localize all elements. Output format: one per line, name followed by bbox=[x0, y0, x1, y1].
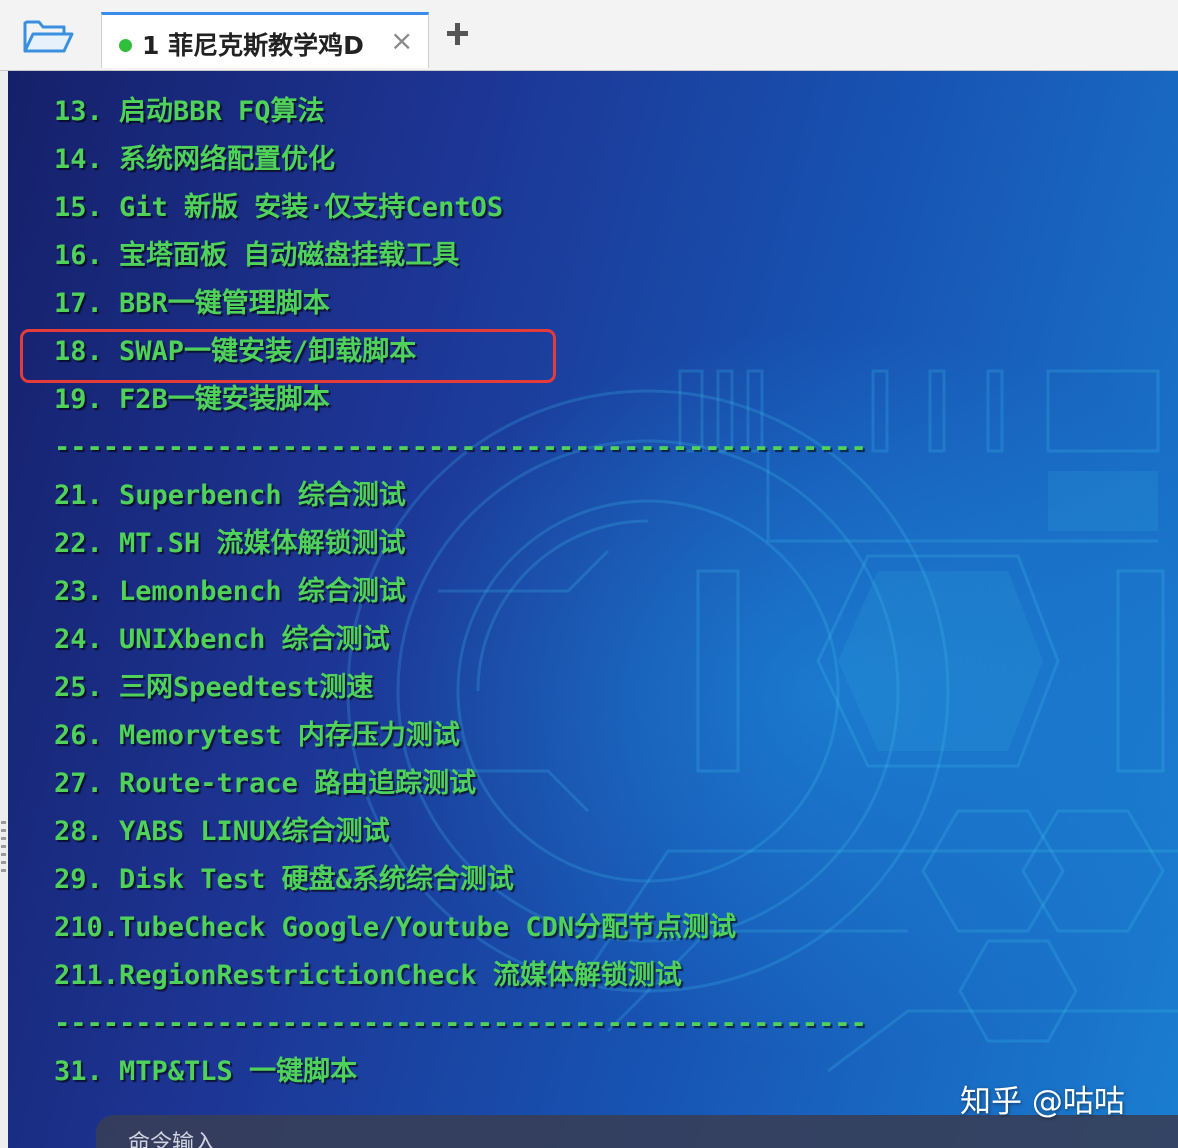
terminal-line: 26. Memorytest 内存压力测试 bbox=[54, 720, 460, 751]
terminal-line: 21. Superbench 综合测试 bbox=[54, 480, 406, 511]
terminal-line: 211.RegionRestrictionCheck 流媒体解锁测试 bbox=[54, 960, 682, 991]
terminal-line: 17. BBR一键管理脚本 bbox=[54, 288, 330, 319]
grip-mark bbox=[1, 853, 6, 856]
terminal-line: 13. 启动BBR FQ算法 bbox=[54, 96, 325, 127]
command-input-placeholder: 命令输入 bbox=[128, 1131, 217, 1148]
terminal-line: 19. F2B一键安装脚本 bbox=[54, 384, 330, 415]
connection-status-dot bbox=[119, 39, 132, 52]
open-folder-icon[interactable] bbox=[22, 16, 74, 56]
grip-mark bbox=[1, 829, 6, 832]
terminal-line: 28. YABS LINUX综合测试 bbox=[54, 816, 390, 847]
terminal-line: 25. 三网Speedtest测速 bbox=[54, 672, 374, 703]
separator-line: ----------------------------------------… bbox=[54, 1008, 867, 1039]
tab-session-1[interactable]: 1 菲尼克斯教学鸡D × bbox=[101, 12, 429, 68]
grip-mark bbox=[1, 837, 6, 840]
terminal-line: 22. MT.SH 流媒体解锁测试 bbox=[54, 528, 406, 559]
terminal-line: 24. UNIXbench 综合测试 bbox=[54, 624, 390, 655]
grip-mark bbox=[1, 845, 6, 848]
terminal-line: 16. 宝塔面板 自动磁盘挂载工具 bbox=[54, 240, 460, 271]
separator-line: ----------------------------------------… bbox=[54, 432, 867, 463]
terminal-output: 13. 启动BBR FQ算法 14. 系统网络配置优化 15. Git 新版 安… bbox=[54, 88, 867, 1096]
terminal-line: 23. Lemonbench 综合测试 bbox=[54, 576, 406, 607]
terminal-line: 29. Disk Test 硬盘&系统综合测试 bbox=[54, 864, 514, 895]
terminal-pane[interactable]: 13. 启动BBR FQ算法 14. 系统网络配置优化 15. Git 新版 安… bbox=[8, 71, 1178, 1148]
close-icon[interactable]: × bbox=[390, 24, 413, 58]
grip-mark bbox=[1, 821, 6, 824]
tab-title: 1 菲尼克斯教学鸡D bbox=[142, 31, 364, 60]
grip-mark bbox=[1, 869, 6, 872]
terminal-line: 15. Git 新版 安装·仅支持CentOS bbox=[54, 192, 504, 223]
grip-mark bbox=[1, 861, 6, 864]
terminal-line: 27. Route-trace 路由追踪测试 bbox=[54, 768, 477, 799]
watermark: 知乎 @咕咕 bbox=[960, 1084, 1125, 1120]
terminal-line: 14. 系统网络配置优化 bbox=[54, 144, 336, 175]
terminal-line: 31. MTP&TLS 一键脚本 bbox=[54, 1056, 358, 1087]
tab-bar: 1 菲尼克斯教学鸡D × bbox=[0, 0, 1178, 71]
highlight-box bbox=[20, 329, 556, 383]
plus-icon[interactable] bbox=[442, 18, 474, 50]
terminal-line: 210.TubeCheck Google/Youtube CDN分配节点测试 bbox=[54, 912, 737, 943]
